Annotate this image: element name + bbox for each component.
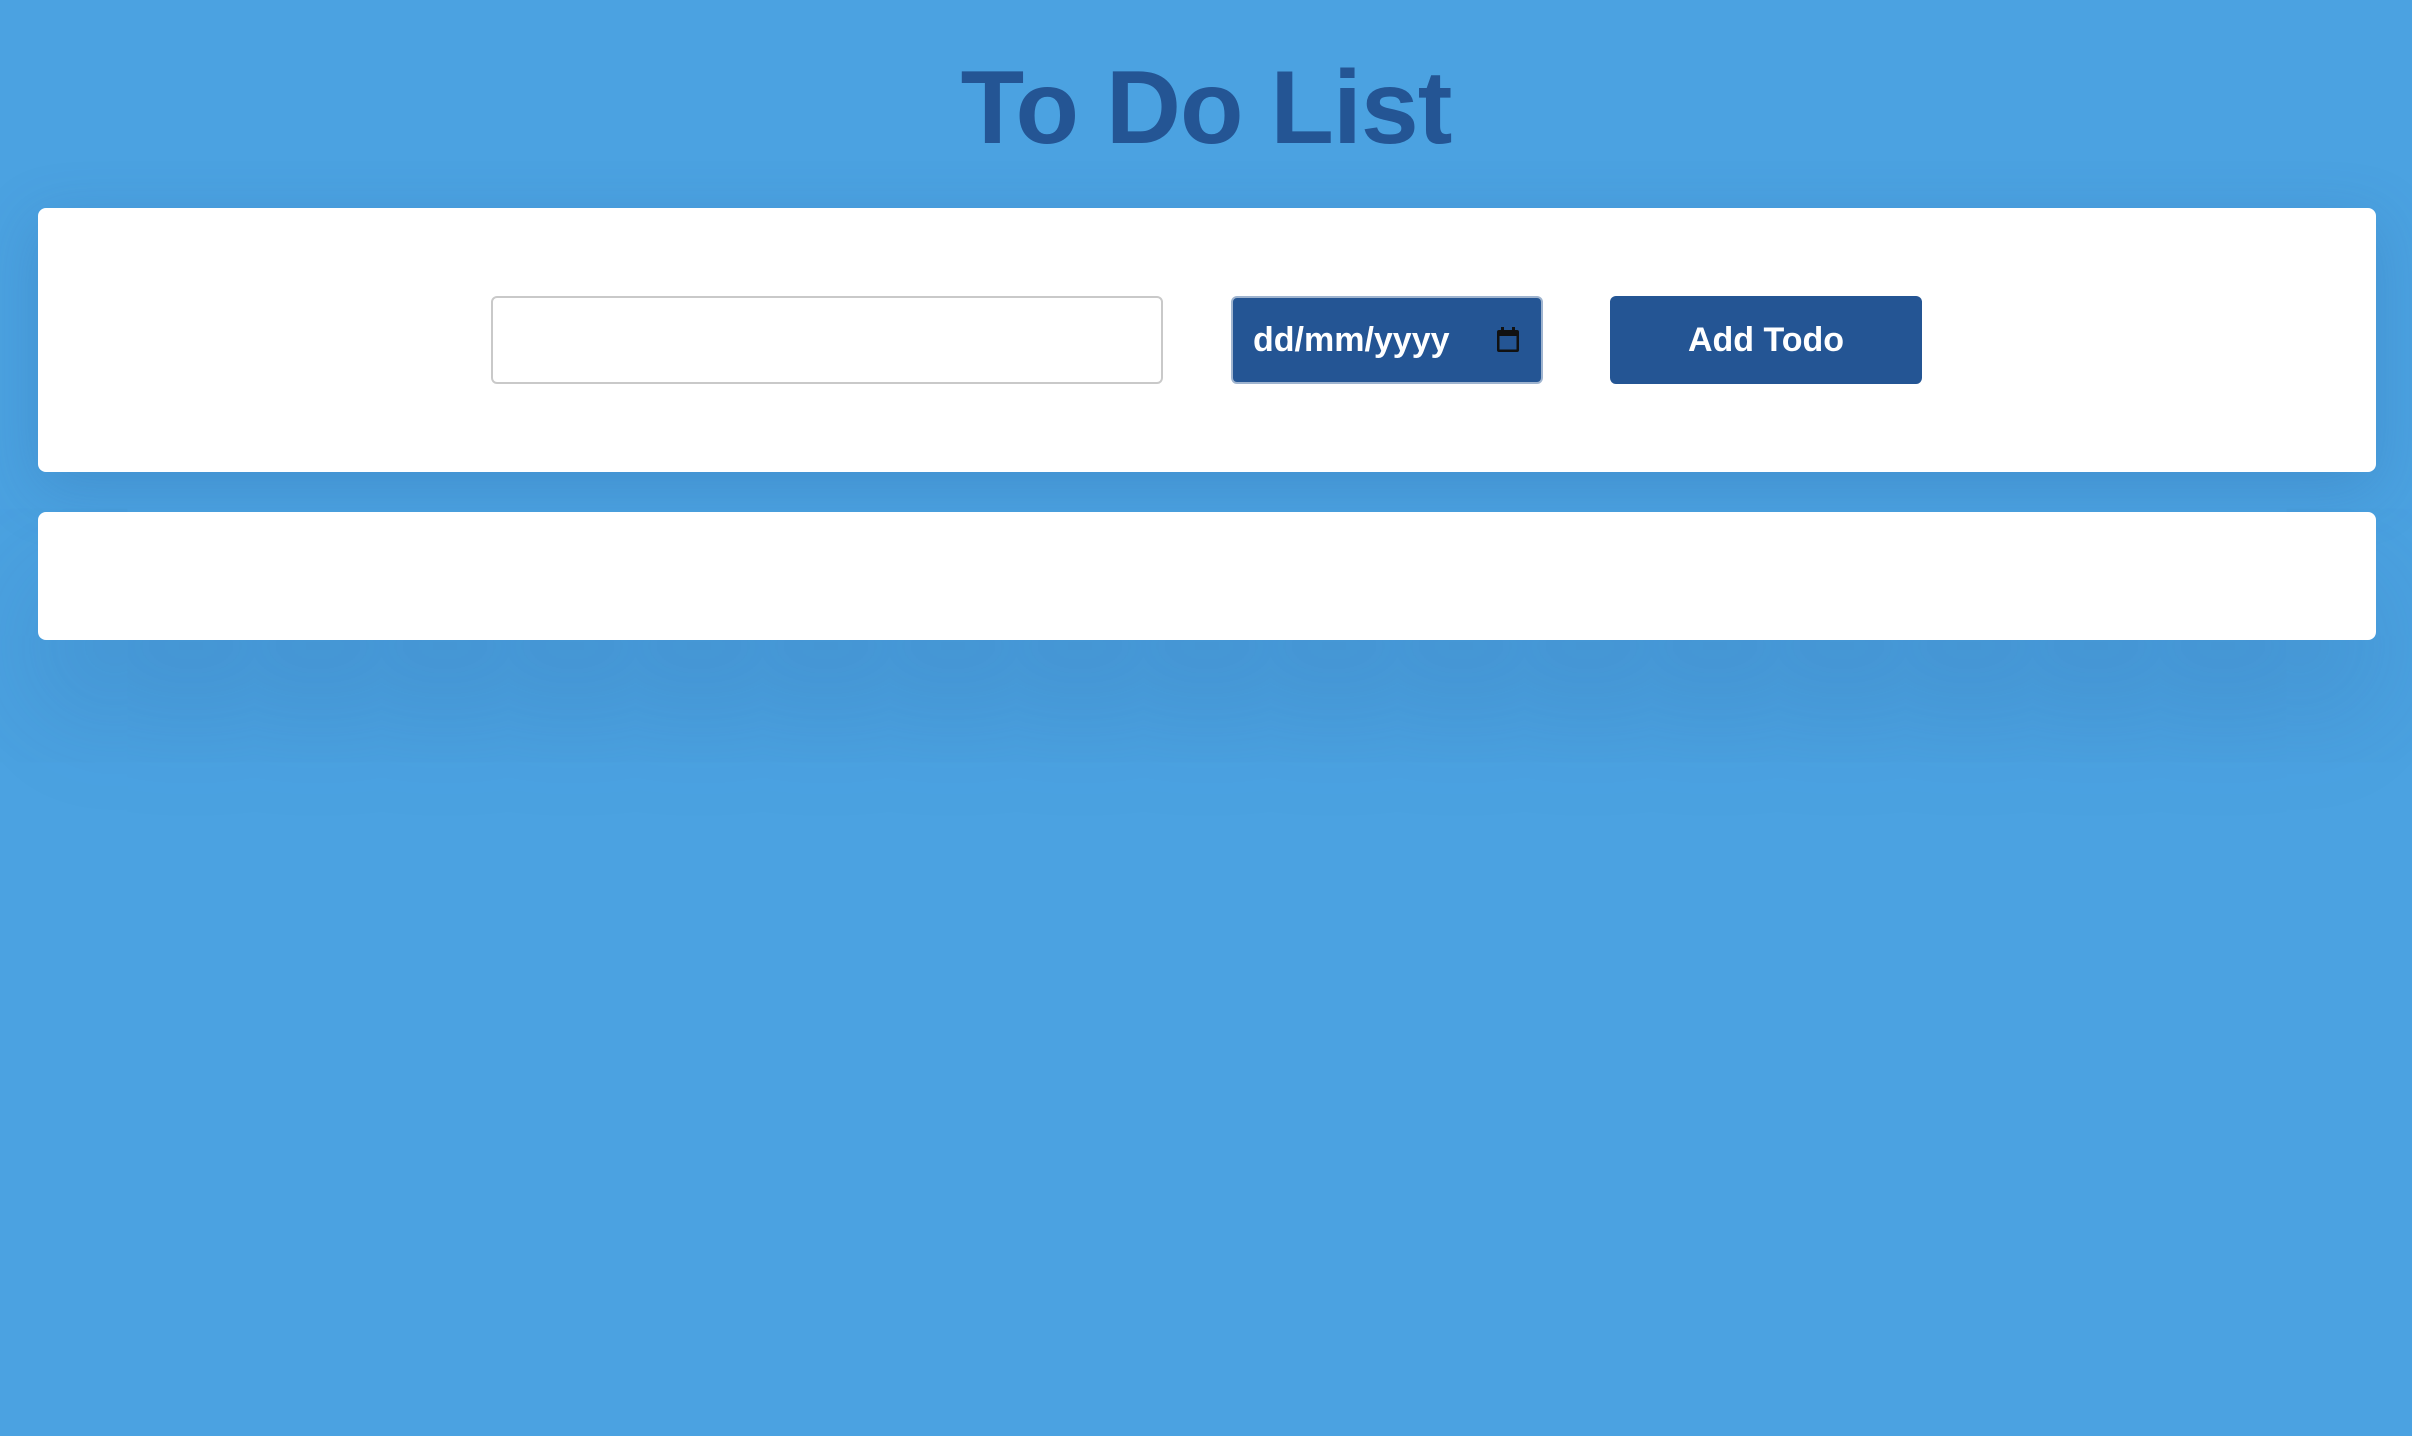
date-placeholder: dd/mm/yyyy: [1253, 320, 1450, 359]
date-input[interactable]: dd/mm/yyyy: [1231, 296, 1543, 384]
page-title: To Do List: [960, 50, 1453, 166]
page: To Do List dd/mm/yyyy Add Todo: [0, 0, 2412, 1436]
todo-form-card: dd/mm/yyyy Add Todo: [38, 208, 2376, 472]
todo-list: [38, 512, 2376, 640]
add-todo-button[interactable]: Add Todo: [1610, 296, 1922, 384]
calendar-icon[interactable]: [1495, 326, 1521, 354]
todo-input[interactable]: [491, 296, 1163, 384]
